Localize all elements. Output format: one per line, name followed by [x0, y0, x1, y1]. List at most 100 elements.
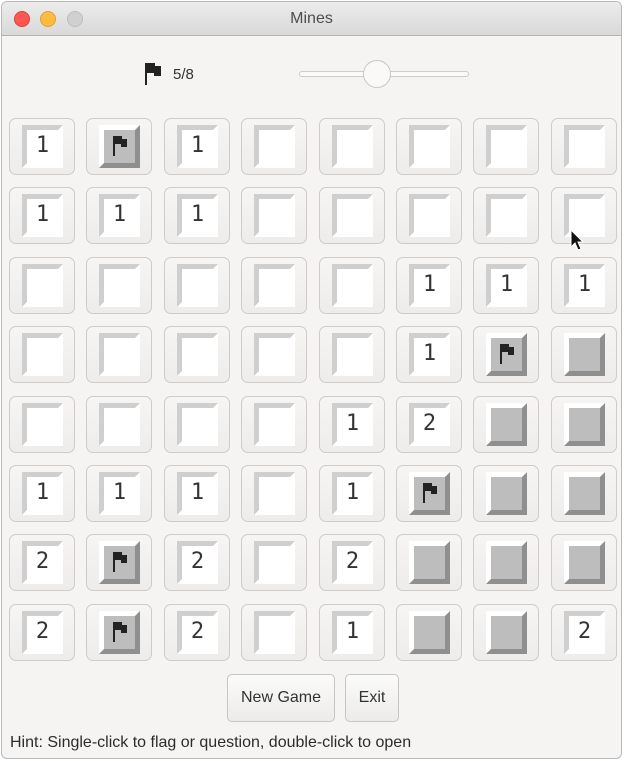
tile-face	[254, 611, 295, 654]
tile-r5-c3[interactable]	[164, 396, 230, 453]
tile-face: 1	[332, 403, 373, 446]
tile-r7-c5[interactable]: 2	[319, 534, 385, 591]
tile-face	[177, 264, 218, 307]
window-title: Mines	[290, 10, 333, 27]
tile-face: 1	[564, 264, 605, 307]
tile-r2-c2[interactable]: 1	[86, 187, 152, 244]
tile-r4-c4[interactable]	[241, 326, 307, 383]
flag-counter: 5/8	[144, 62, 194, 86]
tile-r8-c2[interactable]	[86, 604, 152, 661]
tile-r3-c2[interactable]	[86, 257, 152, 314]
tile-r5-c2[interactable]	[86, 396, 152, 453]
tile-r1-c1[interactable]: 1	[9, 118, 75, 175]
tile-face	[486, 403, 527, 446]
tile-r1-c6[interactable]	[396, 118, 462, 175]
tile-r7-c2[interactable]	[86, 534, 152, 591]
tile-r6-c3[interactable]: 1	[164, 465, 230, 522]
tile-r3-c1[interactable]	[9, 257, 75, 314]
tile-r7-c1[interactable]: 2	[9, 534, 75, 591]
title-bar[interactable]: Mines	[2, 2, 621, 36]
tile-r1-c5[interactable]	[319, 118, 385, 175]
flag-icon	[423, 483, 437, 503]
tile-r6-c8[interactable]	[551, 465, 617, 522]
tile-r3-c6[interactable]: 1	[396, 257, 462, 314]
tile-face: 1	[486, 264, 527, 307]
tile-face: 1	[177, 125, 218, 168]
tile-face	[486, 541, 527, 584]
tile-r8-c1[interactable]: 2	[9, 604, 75, 661]
tile-face: 1	[177, 194, 218, 237]
tile-r4-c8[interactable]	[551, 326, 617, 383]
tile-r6-c1[interactable]: 1	[9, 465, 75, 522]
tile-face	[177, 403, 218, 446]
tile-number: 1	[190, 133, 205, 158]
tile-face	[409, 125, 450, 168]
tile-face	[486, 194, 527, 237]
tile-r8-c5[interactable]: 1	[319, 604, 385, 661]
tile-r6-c6[interactable]	[396, 465, 462, 522]
tile-r7-c4[interactable]	[241, 534, 307, 591]
flag-icon	[113, 552, 127, 572]
difficulty-slider[interactable]	[299, 60, 469, 89]
tile-r5-c7[interactable]	[473, 396, 539, 453]
new-game-button[interactable]: New Game	[227, 674, 335, 722]
tile-number: 1	[190, 480, 205, 505]
tile-r4-c2[interactable]	[86, 326, 152, 383]
tile-number: 2	[35, 619, 50, 644]
exit-button[interactable]: Exit	[345, 674, 399, 722]
tile-r4-c7[interactable]	[473, 326, 539, 383]
tile-r3-c5[interactable]	[319, 257, 385, 314]
tile-r5-c8[interactable]	[551, 396, 617, 453]
mouse-cursor-icon	[570, 229, 585, 251]
tile-r1-c8[interactable]	[551, 118, 617, 175]
tile-r4-c5[interactable]	[319, 326, 385, 383]
tile-face	[254, 541, 295, 584]
tile-r6-c5[interactable]: 1	[319, 465, 385, 522]
tile-face	[564, 125, 605, 168]
tile-r2-c4[interactable]	[241, 187, 307, 244]
tile-r5-c1[interactable]	[9, 396, 75, 453]
tile-r8-c4[interactable]	[241, 604, 307, 661]
tile-face	[332, 333, 373, 376]
tile-r4-c1[interactable]	[9, 326, 75, 383]
tile-r8-c6[interactable]	[396, 604, 462, 661]
tile-r6-c4[interactable]	[241, 465, 307, 522]
tile-r7-c8[interactable]	[551, 534, 617, 591]
tile-r2-c5[interactable]	[319, 187, 385, 244]
tile-r1-c3[interactable]: 1	[164, 118, 230, 175]
flag-icon	[500, 344, 514, 364]
tile-r2-c7[interactable]	[473, 187, 539, 244]
tile-r5-c4[interactable]	[241, 396, 307, 453]
tile-r2-c3[interactable]: 1	[164, 187, 230, 244]
tile-r3-c8[interactable]: 1	[551, 257, 617, 314]
tile-r1-c2[interactable]	[86, 118, 152, 175]
tile-r8-c3[interactable]: 2	[164, 604, 230, 661]
tile-r2-c6[interactable]	[396, 187, 462, 244]
tile-number: 1	[345, 619, 360, 644]
tile-r7-c3[interactable]: 2	[164, 534, 230, 591]
tile-r8-c7[interactable]	[473, 604, 539, 661]
tile-number: 1	[35, 202, 50, 227]
tile-r5-c6[interactable]: 2	[396, 396, 462, 453]
tile-r2-c1[interactable]: 1	[9, 187, 75, 244]
tile-r4-c6[interactable]: 1	[396, 326, 462, 383]
tile-face: 1	[409, 264, 450, 307]
tile-r7-c6[interactable]	[396, 534, 462, 591]
tile-r6-c7[interactable]	[473, 465, 539, 522]
tile-number: 1	[190, 202, 205, 227]
tile-r5-c5[interactable]: 1	[319, 396, 385, 453]
tile-r1-c4[interactable]	[241, 118, 307, 175]
tile-r6-c2[interactable]: 1	[86, 465, 152, 522]
tile-r4-c3[interactable]	[164, 326, 230, 383]
tile-r3-c7[interactable]: 1	[473, 257, 539, 314]
tile-r7-c7[interactable]	[473, 534, 539, 591]
tile-face: 1	[22, 194, 63, 237]
tile-r3-c4[interactable]	[241, 257, 307, 314]
tile-r8-c8[interactable]: 2	[551, 604, 617, 661]
tile-r1-c7[interactable]	[473, 118, 539, 175]
tile-r3-c3[interactable]	[164, 257, 230, 314]
tile-face	[254, 125, 295, 168]
slider-thumb[interactable]	[363, 60, 392, 88]
tile-face: 1	[332, 472, 373, 515]
tile-face	[564, 541, 605, 584]
